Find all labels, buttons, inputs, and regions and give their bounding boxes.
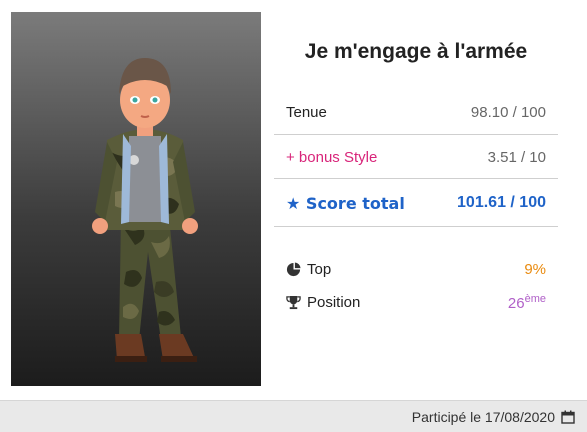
top-percent-row: Top 9% [274,257,558,281]
calendar-icon [561,410,575,424]
total-score-row: ★ Score total 101.61 / 100 [274,181,558,225]
divider [274,178,558,179]
position-label: Position [274,294,360,311]
participation-date: Participé le 17/08/2020 [411,408,555,425]
top-label-text: Top [307,260,332,278]
challenge-title: Je m'engage à l'armée [304,40,528,63]
total-score-label: ★ Score total [274,194,405,213]
result-card: Je m'engage à l'armée Tenue 98.10 / 100 … [0,0,587,400]
pie-chart-icon [286,261,301,276]
position-row: Position 26ème [274,290,558,314]
position-label-text: Position [307,293,361,311]
star-icon: ★ [286,193,301,213]
style-bonus-label: + bonus Style [286,148,378,166]
top-label: Top [274,261,331,278]
style-bonus-value: 3.51 / 10 [487,148,546,166]
footer-bar: Participé le 17/08/2020 [0,400,587,432]
total-score-text: Score total [305,193,405,213]
avatar-image [92,58,198,362]
outfit-value: 98.10 / 100 [470,103,546,121]
top-value: 9% [524,260,546,278]
outfit-score-row: Tenue 98.10 / 100 [274,90,558,134]
style-bonus-row: + bonus Style 3.51 / 10 [274,135,558,179]
outfit-label: Tenue [286,103,327,121]
total-score-value: 101.61 / 100 [457,194,546,211]
position-value: 26ème [508,293,558,312]
divider [274,226,558,227]
avatar-panel [11,12,261,386]
position-suffix: ème [524,292,546,305]
trophy-icon [286,295,301,309]
position-number: 26 [507,294,525,312]
